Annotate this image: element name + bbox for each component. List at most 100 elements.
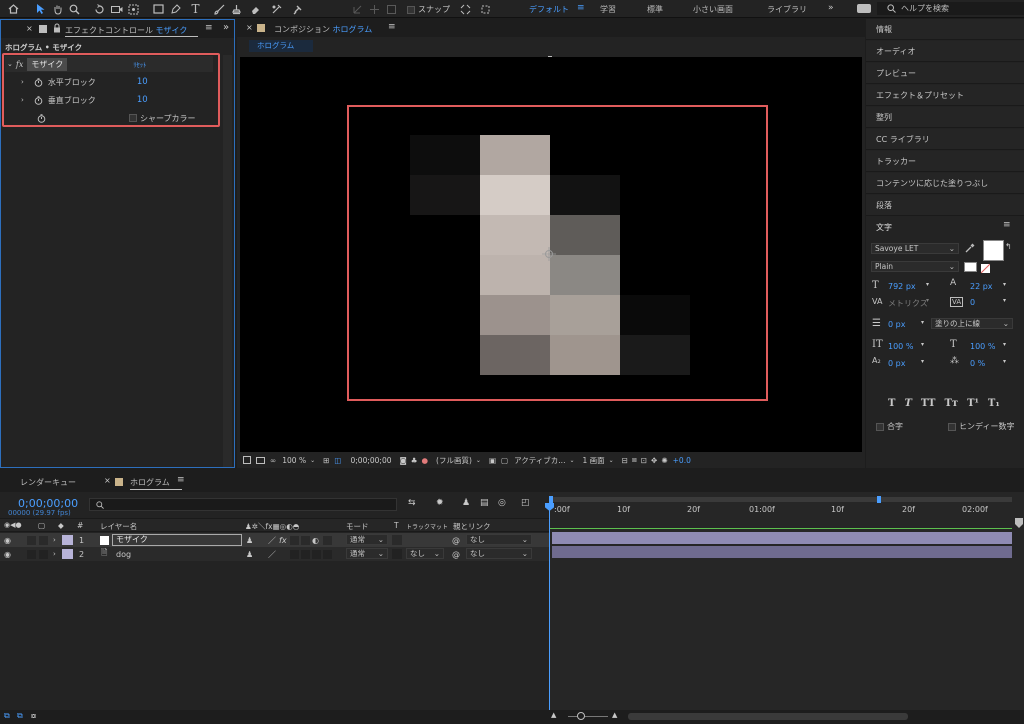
channel-icon[interactable]: ● — [422, 456, 429, 465]
frame-blend-switch[interactable] — [290, 549, 299, 559]
font-family-select[interactable]: Savoye LET ⌄ — [871, 243, 959, 254]
panel-cc-libraries[interactable]: CC ライブラリ — [866, 129, 1024, 150]
close-tab-icon[interactable]: × — [26, 24, 33, 33]
motion-blur-switch[interactable] — [301, 549, 310, 559]
panel-info[interactable]: 情報 — [866, 19, 1024, 40]
panel-tracker[interactable]: トラッカー — [866, 151, 1024, 172]
superscript-icon[interactable]: T¹ — [967, 398, 979, 409]
chevron-down-icon[interactable]: ▾ — [921, 358, 924, 365]
hand-tool-icon[interactable] — [50, 1, 65, 17]
fast-3d-icon[interactable]: ⧈ — [632, 455, 637, 465]
panel-menu-icon[interactable]: ≡ — [205, 23, 213, 33]
layer-expand-chevron-icon[interactable]: › — [53, 536, 56, 544]
layer-name[interactable]: dog — [116, 550, 131, 559]
layer-label-color[interactable] — [62, 549, 73, 559]
comp-mini-flowchart-icon[interactable]: ⇆ — [408, 498, 416, 508]
hindi-digits-checkbox[interactable] — [948, 422, 956, 431]
effect-switch-icon[interactable]: fx — [279, 536, 287, 545]
chevron-down-icon[interactable]: ▾ — [926, 281, 929, 288]
faux-bold-icon[interactable]: T — [888, 398, 895, 409]
faux-italic-icon[interactable]: T — [904, 398, 911, 409]
shy-switch-icon[interactable]: ♟ — [246, 550, 253, 559]
ligature-option[interactable]: 合字 — [876, 421, 903, 432]
snap-options-icon[interactable] — [458, 1, 473, 17]
workspace-overflow-icon[interactable]: » — [828, 3, 834, 13]
quality-switch-icon[interactable]: ／ — [268, 549, 276, 560]
font-size-value[interactable]: 792 px — [888, 282, 916, 291]
baseline-shift-value[interactable]: 0 px — [888, 359, 905, 368]
always-preview-icon[interactable] — [243, 456, 251, 464]
swap-colors-icon[interactable]: ↰ — [1005, 242, 1012, 251]
display-mode-icon[interactable] — [857, 4, 871, 13]
font-style-select[interactable]: Plain ⌄ — [871, 261, 959, 272]
workspace-libraries[interactable]: ライブラリ — [767, 4, 807, 15]
adjustment-layer-switch[interactable] — [312, 549, 321, 559]
frame-blending-icon[interactable]: ▤ — [480, 498, 489, 508]
chevron-down-icon[interactable]: ▾ — [1003, 297, 1006, 304]
close-tab-icon[interactable]: × — [246, 23, 253, 32]
all-caps-icon[interactable]: TT — [921, 398, 936, 409]
pen-tool-icon[interactable] — [168, 1, 183, 17]
camera-tool-icon[interactable] — [109, 1, 124, 17]
lock-toggle[interactable] — [39, 549, 48, 559]
panel-overflow-icon[interactable]: » — [223, 22, 229, 33]
render-queue-tab[interactable]: レンダーキュー — [20, 477, 76, 488]
small-caps-icon[interactable]: Tᴛ — [944, 398, 958, 409]
close-tab-icon[interactable]: × — [104, 476, 111, 485]
layer-expand-chevron-icon[interactable]: › — [53, 550, 56, 558]
zoom-in-icon[interactable]: ▲ — [612, 711, 617, 719]
chevron-down-icon[interactable]: ▾ — [921, 319, 924, 326]
visibility-eye-icon[interactable]: ◉ — [4, 536, 11, 545]
layer-label-color[interactable] — [62, 535, 73, 545]
tracking-value[interactable]: 0 — [970, 298, 975, 307]
layer-bar-1[interactable] — [552, 532, 1012, 544]
puppet-pin-tool-icon[interactable] — [290, 1, 305, 17]
parent-select[interactable]: なし ⌄ — [466, 548, 532, 559]
workspace-learn[interactable]: 学習 — [600, 4, 616, 15]
brush-tool-icon[interactable] — [212, 1, 227, 17]
panel-align[interactable]: 整列 — [866, 107, 1024, 128]
timeline-icon[interactable]: ⊡ — [641, 456, 647, 465]
fill-swatch-small[interactable] — [964, 262, 977, 272]
view-layout-select[interactable]: 1 画面 — [582, 455, 604, 466]
panel-menu-icon[interactable]: ≡ — [1003, 220, 1011, 230]
trackmatte-select[interactable]: なし ⌄ — [406, 548, 444, 559]
snap-checkbox[interactable] — [407, 5, 415, 14]
stroke-type-select[interactable]: 塗りの上に線 ⌄ — [931, 318, 1013, 329]
chevron-down-icon[interactable]: ⌄ — [310, 457, 315, 464]
quality-switch-icon[interactable]: ／ — [268, 535, 276, 546]
selection-tool-icon[interactable] — [33, 1, 48, 17]
pan-behind-tool-icon[interactable] — [126, 1, 141, 17]
timeline-scrollbar[interactable] — [628, 713, 908, 720]
effect-controls-scrollbar[interactable] — [223, 55, 232, 467]
zoom-out-icon[interactable]: ▲ — [551, 711, 556, 719]
layer-name[interactable]: モザイク — [112, 534, 242, 546]
zoom-slider-track[interactable] — [568, 716, 608, 717]
no-fill-swatch[interactable] — [980, 263, 991, 274]
panel-menu-icon[interactable]: ≡ — [177, 475, 185, 485]
panel-audio[interactable]: オーディオ — [866, 41, 1024, 62]
leading-value[interactable]: 22 px — [970, 282, 993, 291]
zoom-tool-icon[interactable] — [67, 1, 82, 17]
chevron-down-icon[interactable]: ⌄ — [609, 457, 614, 464]
motion-blur-switch[interactable] — [301, 535, 310, 545]
camera-select[interactable]: アクティブカ... — [514, 455, 565, 466]
guide-icon[interactable]: ▢ — [501, 456, 508, 465]
stroke-width-value[interactable]: 0 px — [888, 320, 905, 329]
toggle-modes-icon[interactable]: ⧉ — [17, 711, 23, 721]
show-snapshot-icon[interactable]: ♣ — [411, 456, 418, 465]
shy-layers-icon[interactable]: ♟ — [462, 498, 470, 508]
chevron-down-icon[interactable]: ⌄ — [569, 457, 574, 464]
preserve-transparency-toggle[interactable] — [392, 549, 402, 559]
vertical-scale-value[interactable]: 100 % — [888, 342, 913, 351]
lock-toggle[interactable] — [39, 535, 48, 545]
workspace-standard[interactable]: 標準 — [647, 4, 663, 15]
toggle-switches-icon[interactable]: ⧉ — [4, 711, 10, 721]
pickwhip-icon[interactable]: @ — [452, 550, 460, 559]
3d-layer-switch[interactable] — [323, 549, 332, 559]
kerning-value[interactable]: メトリクス — [888, 298, 928, 309]
panel-paragraph[interactable]: 段落 — [866, 195, 1024, 216]
chevron-down-icon[interactable]: ⌄ — [476, 457, 481, 464]
visibility-eye-icon[interactable]: ◉ — [4, 550, 11, 559]
resolution-select[interactable]: (フル画質) — [436, 455, 472, 466]
